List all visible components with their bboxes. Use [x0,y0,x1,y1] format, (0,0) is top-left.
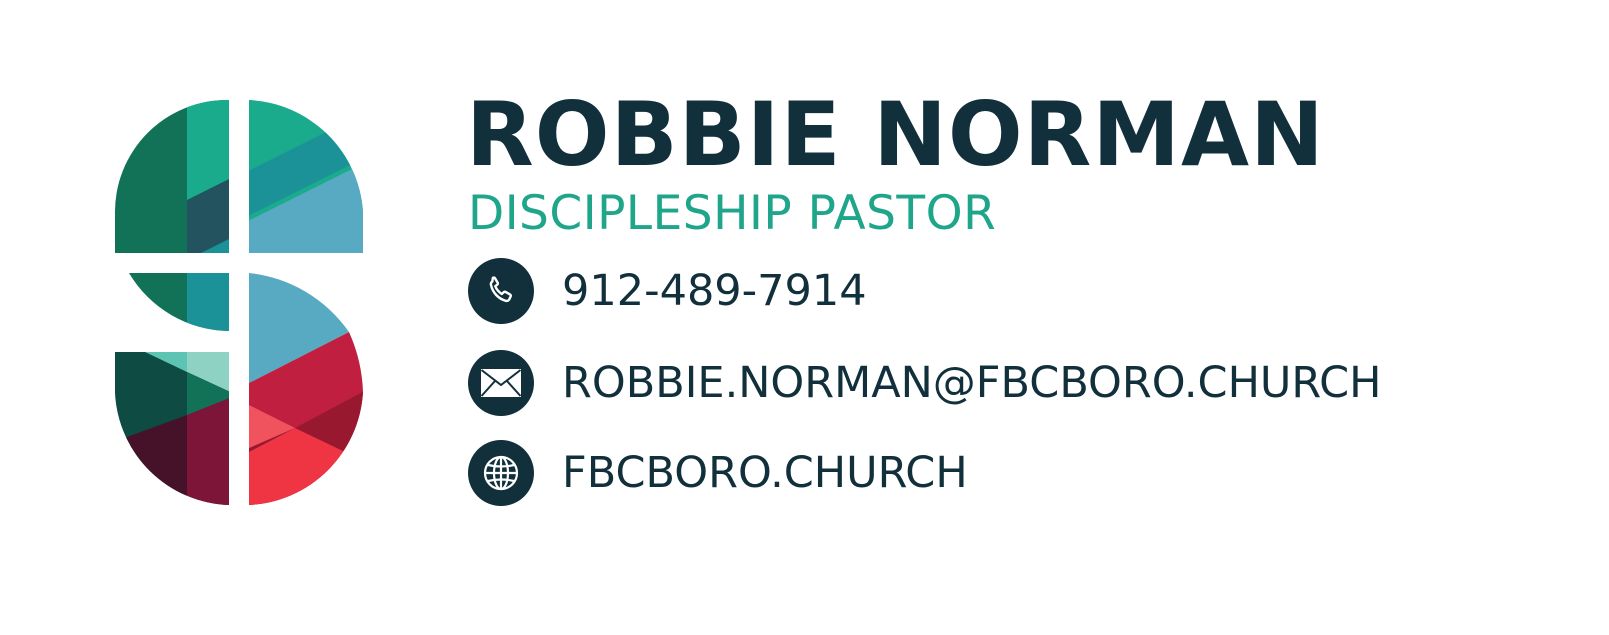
website-url: FBCBORO.CHURCH [562,448,968,498]
contact-card: ROBBIE NORMAN DISCIPLESHIP PASTOR 912-48… [466,0,1588,635]
job-title: DISCIPLESHIP PASTOR [468,186,997,241]
phone-icon [468,258,534,324]
fbc-s-cross-logo [114,99,363,505]
email-row[interactable]: ROBBIE.NORMAN@FBCBORO.CHURCH [468,350,1381,416]
globe-icon [468,440,534,506]
phone-row[interactable]: 912-489-7914 [468,258,867,324]
email-address: ROBBIE.NORMAN@FBCBORO.CHURCH [562,358,1382,408]
envelope-icon [468,350,534,416]
person-name: ROBBIE NORMAN [466,83,1325,186]
website-row[interactable]: FBCBORO.CHURCH [468,440,968,506]
phone-number: 912-489-7914 [562,266,867,316]
